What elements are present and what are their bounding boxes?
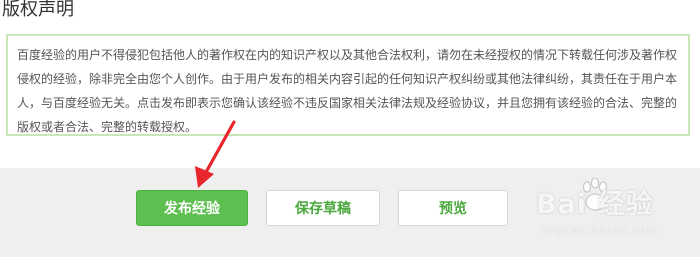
preview-button[interactable]: 预览 — [398, 190, 508, 226]
watermark-logo-text: Bai 经验 — [536, 189, 654, 220]
watermark-url: jingyan.baidu.com — [540, 224, 659, 237]
section-title: 版权声明 — [2, 0, 74, 20]
save-draft-button[interactable]: 保存草稿 — [266, 190, 380, 226]
copyright-notice: 百度经验的用户不得侵犯包括他人的著作权在内的知识产权以及其他合法权利，请勿在未经… — [6, 34, 690, 136]
publish-button[interactable]: 发布经验 — [136, 190, 248, 226]
copyright-notice-text: 百度经验的用户不得侵犯包括他人的著作权在内的知识产权以及其他合法权利，请勿在未经… — [17, 48, 678, 134]
annotation-arrow-icon — [195, 120, 236, 188]
baidu-jingyan-watermark: Bai 经验 jingyan.baidu.com — [530, 176, 696, 246]
